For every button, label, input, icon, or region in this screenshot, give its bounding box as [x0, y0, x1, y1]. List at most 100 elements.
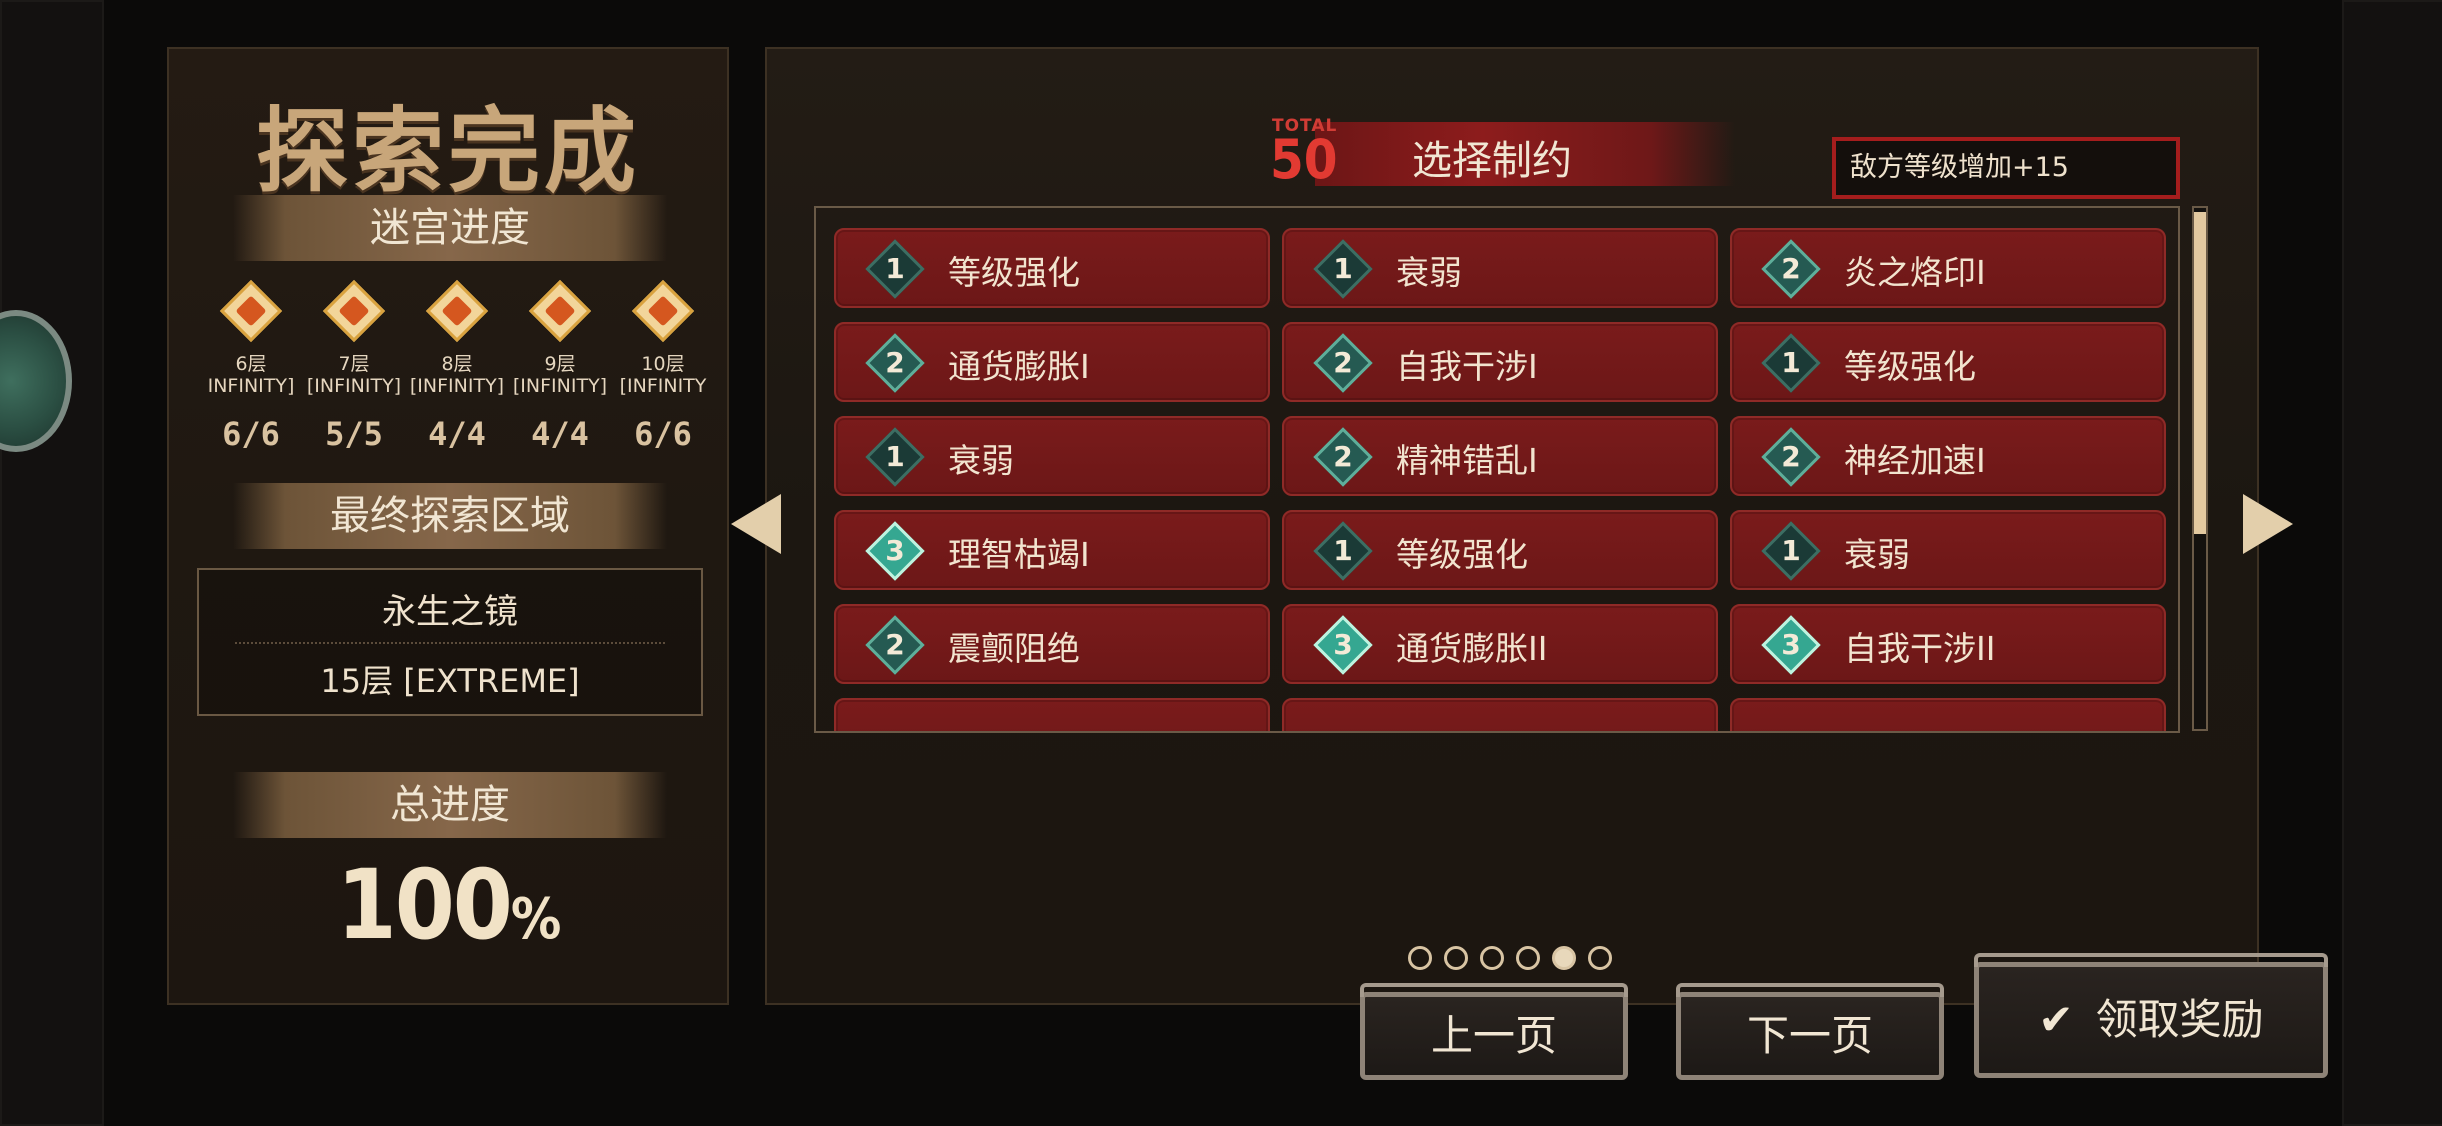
restriction-label: 炎之烙印I — [1844, 253, 1986, 292]
restriction-label: 震颤阻绝 — [948, 629, 1080, 668]
restriction-card[interactable]: 1 衰弱 — [834, 416, 1270, 496]
floor-count: 5/5 — [325, 415, 383, 453]
restriction-card-partial[interactable] — [1282, 698, 1718, 731]
labyrinth-progress-label: 迷宫进度 — [370, 205, 530, 251]
restriction-card[interactable]: 2 通货膨胀I — [834, 322, 1270, 402]
level-number: 2 — [1781, 440, 1801, 473]
next-page-button[interactable]: 下一页 — [1676, 983, 1944, 1080]
page-title: 探索完成 — [255, 98, 640, 205]
prev-page-label: 上一页 — [1430, 1011, 1557, 1060]
restriction-label: 自我干涉I — [1396, 347, 1538, 386]
restriction-label: 通货膨胀II — [1396, 629, 1548, 668]
restriction-card[interactable]: 2 神经加速I — [1730, 416, 2166, 496]
floor-list: 6层 INFINITY] 6/6 7层 [INFINITY] 5/5 8层 [I… — [199, 277, 706, 497]
restriction-label: 等级强化 — [1396, 535, 1528, 574]
floor-mode: INFINITY] — [207, 375, 295, 397]
level-number: 3 — [1781, 628, 1801, 661]
right-frame — [2342, 0, 2442, 1126]
restriction-label: 衰弱 — [1844, 535, 1910, 574]
level-number: 2 — [885, 346, 905, 379]
restriction-card-partial[interactable] — [834, 698, 1270, 731]
restriction-card-partial[interactable] — [1730, 698, 2166, 731]
total-progress-unit: % — [510, 887, 562, 952]
floor-mode: [INFINITY — [619, 375, 707, 397]
restriction-card[interactable]: 1 等级强化 — [1282, 510, 1718, 590]
final-area-box: 永生之镜 15层 [EXTREME] — [197, 568, 703, 716]
labyrinth-progress-banner: 迷宫进度 — [233, 195, 667, 261]
restriction-card[interactable]: 1 衰弱 — [1730, 510, 2166, 590]
page-dot[interactable] — [1408, 946, 1432, 970]
final-area-name: 永生之镜 — [382, 592, 518, 632]
level-number: 2 — [1333, 440, 1353, 473]
level-number: 1 — [885, 252, 905, 285]
page-dot[interactable] — [1444, 946, 1468, 970]
total-progress-number: 100 — [336, 849, 513, 961]
floor-name: 8层 — [441, 353, 473, 375]
level-number: 1 — [1333, 534, 1353, 567]
restriction-card[interactable]: 3 自我干涉II — [1730, 604, 2166, 684]
floor-mode: [INFINITY] — [306, 375, 402, 397]
total-progress-value: 100% — [169, 849, 727, 961]
total-value: 50 — [1270, 128, 1338, 191]
final-area-level: 15层 [EXTREME] — [320, 662, 580, 700]
floor-count: 6/6 — [222, 415, 280, 453]
floor-name: 7层 — [338, 353, 370, 375]
restriction-grid: 1 等级强化 1 衰弱 2 炎之烙印I 2 通货膨胀I 2 自我干涉I 1 等级… — [814, 206, 2180, 733]
page-dot[interactable] — [1516, 946, 1540, 970]
floor-count: 4/4 — [428, 415, 486, 453]
claim-reward-label: 领取奖励 — [2095, 995, 2264, 1044]
prev-arrow-icon[interactable] — [731, 494, 781, 554]
restriction-card[interactable]: 3 理智枯竭I — [834, 510, 1270, 590]
prev-page-button[interactable]: 上一页 — [1360, 983, 1628, 1080]
restriction-label: 理智枯竭I — [948, 535, 1090, 574]
floor-gem-icon — [528, 279, 592, 343]
total-progress-label: 总进度 — [390, 782, 510, 828]
level-number: 3 — [1333, 628, 1353, 661]
claim-reward-button[interactable]: ✔ 领取奖励 — [1974, 953, 2328, 1078]
restriction-card[interactable]: 2 震颤阻绝 — [834, 604, 1270, 684]
floor-mode: [INFINITY] — [512, 375, 608, 397]
floor-item: 10层 [INFINITY 6/6 — [611, 277, 715, 453]
final-area-label: 最终探索区域 — [330, 493, 570, 539]
divider — [235, 642, 665, 644]
floor-item: 6层 INFINITY] 6/6 — [199, 277, 303, 453]
restriction-card[interactable]: 1 等级强化 — [1730, 322, 2166, 402]
page-dot-active[interactable] — [1552, 946, 1576, 970]
floor-gem-icon — [219, 279, 283, 343]
check-icon: ✔ — [2038, 995, 2074, 1044]
restriction-card[interactable]: 1 等级强化 — [834, 228, 1270, 308]
exploration-summary-panel: 探索完成 迷宫进度 6层 INFINITY] 6/6 7层 [INFINITY]… — [167, 47, 729, 1005]
restriction-label: 自我干涉II — [1844, 629, 1996, 668]
level-number: 2 — [885, 628, 905, 661]
restriction-card[interactable]: 2 炎之烙印I — [1730, 228, 2166, 308]
level-number: 2 — [1781, 252, 1801, 285]
floor-mode: [INFINITY] — [409, 375, 505, 397]
scrollbar-thumb[interactable] — [2194, 212, 2206, 534]
restriction-card[interactable]: 1 衰弱 — [1282, 228, 1718, 308]
floor-item: 9层 [INFINITY] 4/4 — [508, 277, 612, 453]
floor-count: 4/4 — [531, 415, 589, 453]
restriction-card[interactable]: 3 通货膨胀II — [1282, 604, 1718, 684]
restriction-card[interactable]: 2 自我干涉I — [1282, 322, 1718, 402]
page-dot[interactable] — [1480, 946, 1504, 970]
restriction-label: 神经加速I — [1844, 441, 1986, 480]
restriction-label: 通货膨胀I — [948, 347, 1090, 386]
floor-item: 8层 [INFINITY] 4/4 — [405, 277, 509, 453]
level-number: 1 — [1333, 252, 1353, 285]
enemy-level-box: 敌方等级增加+15 — [1832, 137, 2180, 199]
left-frame — [0, 0, 104, 1126]
level-number: 3 — [885, 534, 905, 567]
level-number: 1 — [1781, 346, 1801, 379]
restriction-label: 精神错乱I — [1396, 441, 1538, 480]
floor-name: 6层 — [235, 353, 267, 375]
restriction-label: 等级强化 — [1844, 347, 1976, 386]
floor-item: 7层 [INFINITY] 5/5 — [302, 277, 406, 453]
next-arrow-icon[interactable] — [2243, 494, 2293, 554]
final-area-banner: 最终探索区域 — [233, 483, 667, 549]
restriction-card[interactable]: 2 精神错乱I — [1282, 416, 1718, 496]
total-progress-banner: 总进度 — [233, 772, 667, 838]
select-restrictions-title: 选择制约 — [1412, 138, 1572, 184]
page-dot[interactable] — [1588, 946, 1612, 970]
floor-name: 10层 — [641, 353, 685, 375]
restriction-label: 等级强化 — [948, 253, 1080, 292]
